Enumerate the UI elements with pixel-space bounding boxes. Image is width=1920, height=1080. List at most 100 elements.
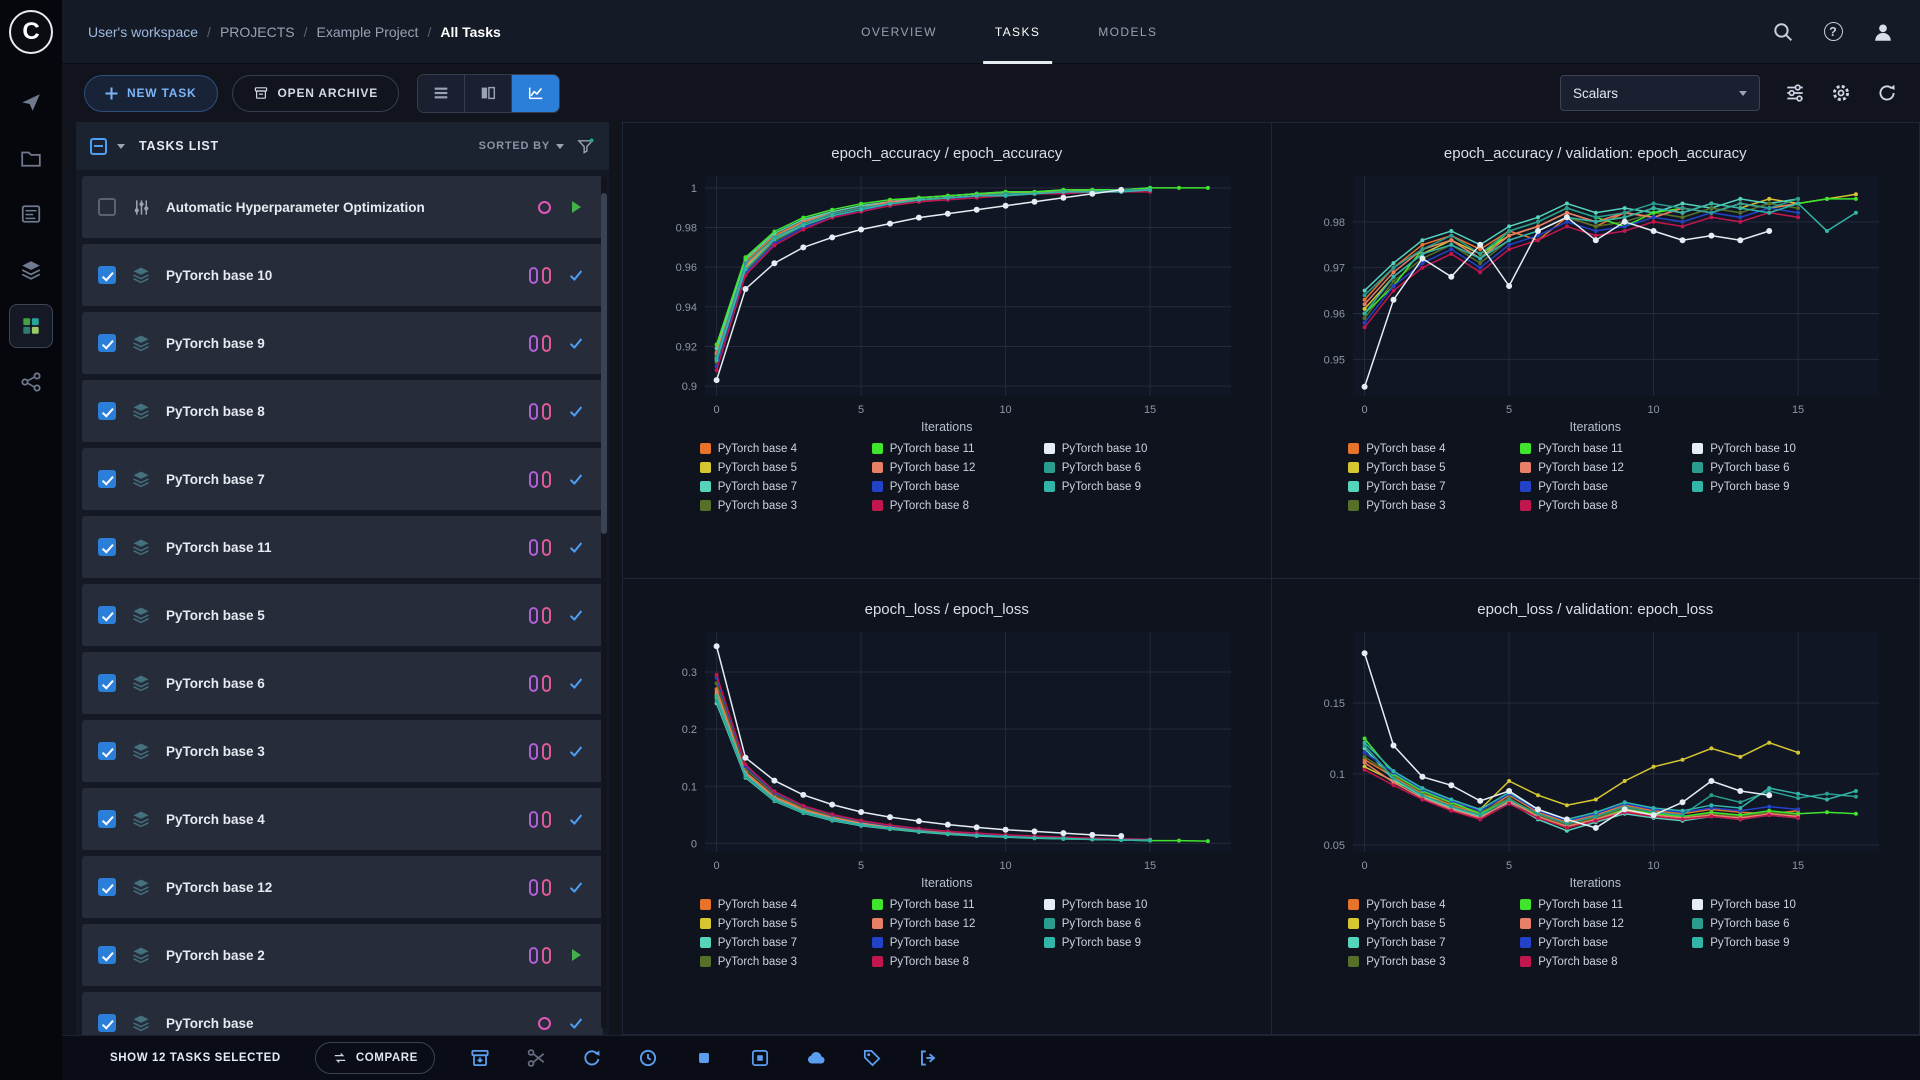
legend-item[interactable]: PyTorch base 11 xyxy=(871,895,1022,914)
legend-item[interactable]: PyTorch base 10 xyxy=(1043,439,1194,458)
task-row[interactable]: PyTorch base 6 xyxy=(82,652,603,714)
task-checkbox[interactable] xyxy=(98,1014,116,1032)
legend-item[interactable]: PyTorch base 9 xyxy=(1692,477,1842,496)
legend-item[interactable]: PyTorch base 4 xyxy=(1348,439,1498,458)
legend-item[interactable]: PyTorch base 11 xyxy=(871,439,1022,458)
scalar-plot[interactable]: 0 5 10 15 0 0.1 0.2 0.3 xyxy=(647,622,1247,880)
legend-item[interactable]: PyTorch base 12 xyxy=(871,914,1022,933)
table-view-button[interactable] xyxy=(418,74,466,112)
legend-item[interactable]: PyTorch base 6 xyxy=(1043,458,1194,477)
profile-avatar[interactable] xyxy=(1872,21,1894,43)
abort-all-action-icon[interactable] xyxy=(749,1047,771,1069)
breadcrumb-item[interactable]: User's workspace xyxy=(88,24,198,40)
unlink-action-icon[interactable] xyxy=(525,1047,547,1069)
task-checkbox[interactable] xyxy=(98,198,116,216)
show-selected-button[interactable]: SHOW 12 TASKS SELECTED xyxy=(110,1052,281,1064)
retry-action-icon[interactable] xyxy=(581,1047,603,1069)
task-row[interactable]: PyTorch base 2 xyxy=(82,924,603,986)
legend-item[interactable]: PyTorch base 8 xyxy=(1520,952,1670,971)
legend-item[interactable]: PyTorch base 8 xyxy=(1520,496,1670,515)
legend-item[interactable]: PyTorch base 5 xyxy=(699,458,850,477)
task-checkbox[interactable] xyxy=(98,878,116,896)
task-row[interactable]: PyTorch base xyxy=(82,992,603,1035)
abort-action-icon[interactable] xyxy=(693,1047,715,1069)
task-row[interactable]: PyTorch base 3 xyxy=(82,720,603,782)
task-checkbox[interactable] xyxy=(98,810,116,828)
legend-item[interactable]: PyTorch base 7 xyxy=(1348,933,1498,952)
legend-item[interactable]: PyTorch base xyxy=(1520,477,1670,496)
legend-item[interactable]: PyTorch base 10 xyxy=(1043,895,1194,914)
task-row[interactable]: PyTorch base 4 xyxy=(82,788,603,850)
legend-item[interactable]: PyTorch base 3 xyxy=(1348,496,1498,515)
task-checkbox[interactable] xyxy=(98,402,116,420)
breadcrumb-item[interactable]: PROJECTS xyxy=(220,24,295,40)
legend-item[interactable]: PyTorch base 12 xyxy=(871,458,1022,477)
sidebar-projects-icon[interactable] xyxy=(9,136,53,180)
legend-item[interactable]: PyTorch base 6 xyxy=(1692,914,1842,933)
legend-item[interactable]: PyTorch base 5 xyxy=(1348,458,1498,477)
legend-item[interactable]: PyTorch base 6 xyxy=(1043,914,1194,933)
task-row[interactable]: PyTorch base 11 xyxy=(82,516,603,578)
auto-refresh-icon[interactable] xyxy=(1876,82,1898,104)
legend-item[interactable]: PyTorch base 10 xyxy=(1692,439,1842,458)
legend-item[interactable]: PyTorch base xyxy=(1520,933,1670,952)
task-row[interactable]: PyTorch base 5 xyxy=(82,584,603,646)
legend-item[interactable]: PyTorch base 4 xyxy=(699,895,850,914)
legend-item[interactable]: PyTorch base 11 xyxy=(1520,439,1670,458)
sidebar-reports-icon[interactable] xyxy=(9,192,53,236)
new-task-button[interactable]: NEW TASK xyxy=(84,74,218,112)
search-icon[interactable] xyxy=(1772,21,1794,43)
task-row[interactable]: PyTorch base 9 xyxy=(82,312,603,374)
chart-view-button[interactable] xyxy=(512,74,560,112)
reset-action-icon[interactable] xyxy=(637,1047,659,1069)
tab-models[interactable]: MODELS xyxy=(1094,0,1161,64)
sorted-by-control[interactable]: SORTED BY xyxy=(479,140,564,152)
scalar-plot[interactable]: 0 5 10 15 0.05 0.1 0.15 xyxy=(1295,622,1895,880)
tune-icon[interactable] xyxy=(1784,82,1806,104)
legend-item[interactable]: PyTorch base 5 xyxy=(1348,914,1498,933)
gear-icon[interactable] xyxy=(1830,82,1852,104)
open-archive-button[interactable]: OPEN ARCHIVE xyxy=(231,74,400,112)
legend-item[interactable]: PyTorch base 4 xyxy=(1348,895,1498,914)
filter-icon[interactable] xyxy=(576,137,595,156)
move-to-project-action-icon[interactable] xyxy=(917,1047,939,1069)
task-checkbox[interactable] xyxy=(98,742,116,760)
legend-item[interactable]: PyTorch base 10 xyxy=(1692,895,1842,914)
legend-item[interactable]: PyTorch base 9 xyxy=(1043,933,1194,952)
archive-action-icon[interactable] xyxy=(469,1047,491,1069)
select-all-chevron-icon[interactable] xyxy=(117,143,125,149)
tasks-scrollbar[interactable] xyxy=(601,176,607,1029)
legend-item[interactable]: PyTorch base 12 xyxy=(1520,458,1670,477)
legend-item[interactable]: PyTorch base 6 xyxy=(1692,458,1842,477)
scalar-plot[interactable]: 0 5 10 15 0.9 0.92 0.94 0.96 0.98 1 xyxy=(647,166,1247,424)
task-checkbox[interactable] xyxy=(98,674,116,692)
compare-button[interactable]: COMPARE xyxy=(314,1042,435,1074)
legend-item[interactable]: PyTorch base 9 xyxy=(1692,933,1842,952)
task-checkbox[interactable] xyxy=(98,470,116,488)
legend-item[interactable]: PyTorch base xyxy=(871,477,1022,496)
legend-item[interactable]: PyTorch base 11 xyxy=(1520,895,1670,914)
metric-variant-select[interactable]: Scalars xyxy=(1560,75,1760,111)
task-row[interactable]: PyTorch base 12 xyxy=(82,856,603,918)
sidebar-dashboard-icon[interactable] xyxy=(9,80,53,124)
legend-item[interactable]: PyTorch base 8 xyxy=(871,496,1022,515)
legend-item[interactable]: PyTorch base 3 xyxy=(699,496,850,515)
legend-item[interactable]: PyTorch base 7 xyxy=(1348,477,1498,496)
scrollbar-thumb[interactable] xyxy=(601,193,607,535)
task-checkbox[interactable] xyxy=(98,946,116,964)
sidebar-workers-icon[interactable] xyxy=(9,360,53,404)
task-row[interactable]: PyTorch base 8 xyxy=(82,380,603,442)
tab-tasks[interactable]: TASKS xyxy=(982,0,1053,64)
legend-item[interactable]: PyTorch base 4 xyxy=(699,439,850,458)
tags-action-icon[interactable] xyxy=(861,1047,883,1069)
legend-item[interactable]: PyTorch base 9 xyxy=(1043,477,1194,496)
legend-item[interactable]: PyTorch base 3 xyxy=(699,952,850,971)
legend-item[interactable]: PyTorch base 7 xyxy=(699,477,850,496)
legend-item[interactable]: PyTorch base 7 xyxy=(699,933,850,952)
breadcrumb-item[interactable]: All Tasks xyxy=(440,24,500,40)
task-checkbox[interactable] xyxy=(98,606,116,624)
clearml-logo[interactable]: C xyxy=(9,10,53,54)
sidebar-datasets-icon[interactable] xyxy=(9,248,53,292)
split-view-button[interactable] xyxy=(465,74,513,112)
task-row[interactable]: Automatic Hyperparameter Optimization xyxy=(82,176,603,238)
